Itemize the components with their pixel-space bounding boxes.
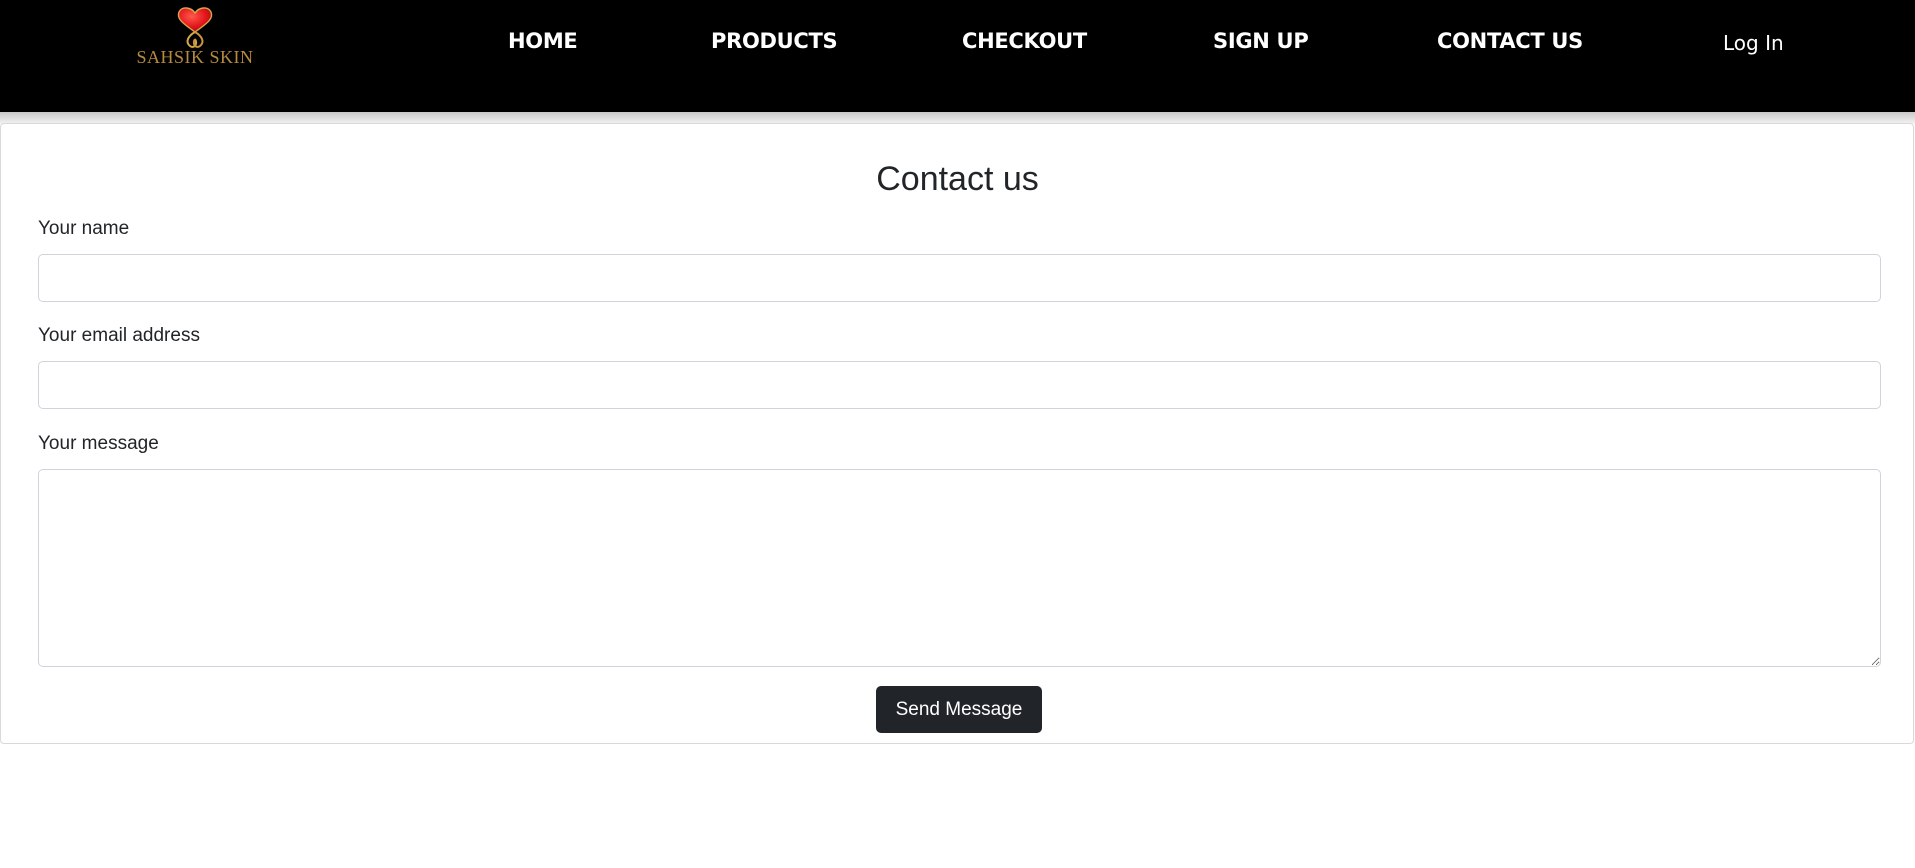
nav-home-link[interactable]: HOME (508, 29, 578, 53)
message-field[interactable] (38, 469, 1881, 667)
nav-checkout-link[interactable]: CHECKOUT (962, 29, 1087, 53)
brand-name: SAHSIK SKIN (136, 47, 254, 67)
nav-contact-link[interactable]: CONTACT US (1437, 29, 1583, 53)
name-field[interactable] (38, 254, 1881, 302)
brand-logo-link[interactable]: SAHSIK SKIN (120, 6, 270, 70)
message-label: Your message (38, 433, 159, 454)
send-message-button[interactable]: Send Message (876, 686, 1042, 733)
navbar: SAHSIK SKIN HOME PRODUCTS CHECKOUT SIGN … (0, 0, 1915, 112)
nav-signup-link[interactable]: SIGN UP (1213, 29, 1309, 53)
email-label: Your email address (38, 325, 200, 346)
nav-products-link[interactable]: PRODUCTS (711, 29, 838, 53)
email-field[interactable] (38, 361, 1881, 409)
name-label: Your name (38, 218, 130, 239)
page-title: Contact us (876, 160, 1039, 198)
heart-ribbon-logo-icon (177, 7, 213, 48)
login-link[interactable]: Log In (1723, 31, 1784, 55)
